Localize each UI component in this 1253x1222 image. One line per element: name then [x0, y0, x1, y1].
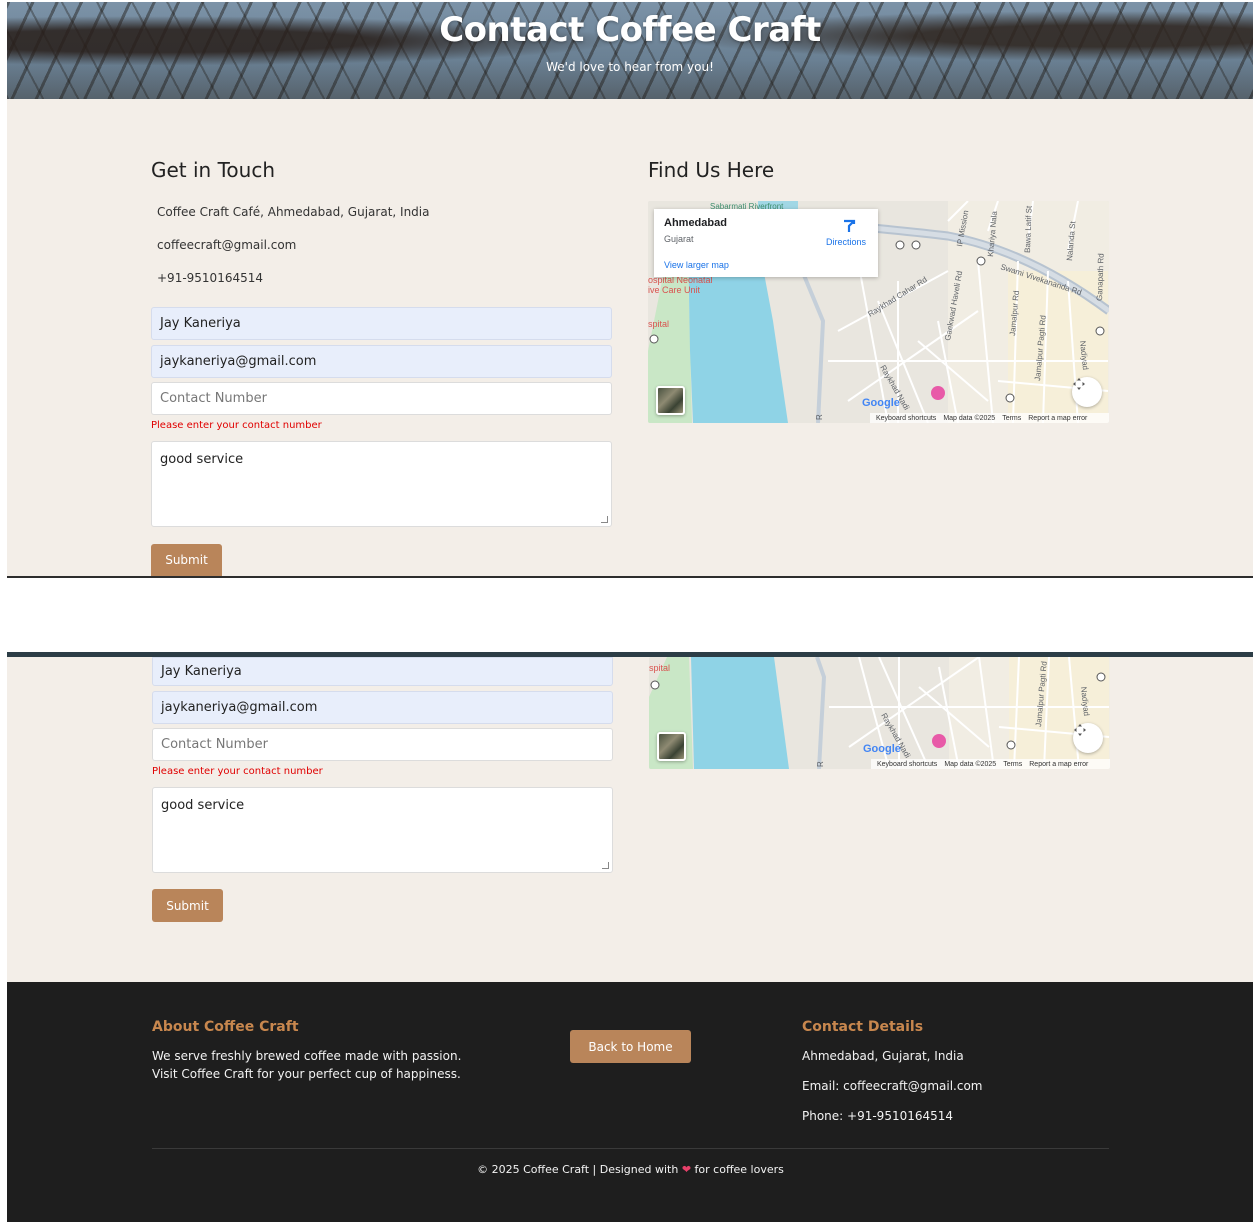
- message-text: good service: [160, 452, 244, 467]
- contact-phone: +91-9510164514: [157, 271, 264, 285]
- map-embed-scrolled[interactable]: spital Raykhad Nadi Jamalpur Pagti Rd Na…: [649, 657, 1110, 769]
- footer-contact-heading: Contact Details: [802, 1019, 924, 1035]
- copyright-right: for coffee lovers: [694, 1163, 784, 1176]
- submit-button[interactable]: Submit: [151, 544, 222, 576]
- google-logo: Google: [862, 397, 900, 409]
- footer-contact-address: Ahmedabad, Gujarat, India: [802, 1049, 964, 1063]
- google-logo-scrolled: Google: [863, 743, 901, 755]
- screenshot-divider: [7, 576, 1253, 578]
- map-label-bawa: Bawa Latif St: [1023, 205, 1034, 253]
- map-label-hospital-scrolled: spital: [649, 663, 670, 673]
- copyright-left: © 2025 Coffee Craft | Designed with: [477, 1163, 679, 1176]
- resize-handle-scrolled[interactable]: [602, 862, 609, 869]
- map-label-care-unit: ive Care Unit: [648, 285, 701, 295]
- terms-link[interactable]: Terms: [1002, 415, 1021, 422]
- hero-banner: Contact Coffee Craft We'd love to hear f…: [7, 2, 1253, 99]
- footer-about-line-2: Visit Coffee Craft for your perfect cup …: [152, 1067, 461, 1081]
- keyboard-shortcuts-link-scrolled[interactable]: Keyboard shortcuts: [877, 761, 937, 768]
- resize-handle[interactable]: [601, 516, 608, 523]
- map-place-name: Ahmedabad: [664, 217, 727, 229]
- contact-number-error: Please enter your contact number: [151, 420, 322, 431]
- message-textarea-scrolled[interactable]: good service: [152, 787, 613, 873]
- contact-number-input[interactable]: Contact Number: [151, 382, 612, 415]
- page-title: Contact Coffee Craft: [439, 10, 821, 50]
- message-textarea[interactable]: good service: [151, 441, 612, 527]
- footer-contact-email: Email: coffeecraft@gmail.com: [802, 1079, 983, 1093]
- footer-divider: [152, 1148, 1109, 1149]
- report-map-error-link-scrolled[interactable]: Report a map error: [1029, 761, 1088, 768]
- get-in-touch-heading: Get in Touch: [151, 158, 275, 182]
- map-embed[interactable]: Sabarmati Riverfront ospital Neonatal iv…: [648, 201, 1109, 423]
- submit-button-scrolled[interactable]: Submit: [152, 889, 223, 922]
- satellite-toggle[interactable]: [656, 386, 685, 415]
- name-input[interactable]: Jay Kaneriya: [151, 307, 612, 340]
- map-place-region: Gujarat: [664, 234, 694, 244]
- page-subtitle: We'd love to hear from you!: [546, 60, 714, 74]
- directions-link[interactable]: Directions: [826, 237, 866, 247]
- map-data-text: Map data ©2025: [943, 414, 996, 422]
- map-label-ganapathi: Ganapath Rd: [1095, 253, 1106, 301]
- find-us-heading: Find Us Here: [648, 158, 775, 182]
- name-input-scrolled[interactable]: Jay Kaneriya: [152, 657, 613, 686]
- footer-about-heading: About Coffee Craft: [152, 1019, 299, 1035]
- directions-icon[interactable]: [842, 219, 856, 233]
- site-footer: [7, 982, 1253, 1222]
- heart-icon: ❤: [681, 1163, 692, 1176]
- contact-number-input-scrolled[interactable]: Contact Number: [152, 728, 613, 761]
- fullscreen-icon[interactable]: [1072, 377, 1102, 407]
- email-input-scrolled[interactable]: jaykaneriya@gmail.com: [152, 691, 613, 724]
- fullscreen-icon-scrolled[interactable]: [1073, 723, 1103, 753]
- map-label-hospital-2: spital: [648, 319, 669, 329]
- contact-address: Coffee Craft Café, Ahmedabad, Gujarat, I…: [157, 205, 430, 219]
- map-label-riverside: R: [815, 414, 824, 420]
- map-label-riverside-scrolled: R: [816, 761, 825, 767]
- map-info-card: Ahmedabad Gujarat View larger map Direct…: [654, 209, 878, 277]
- report-map-error-link[interactable]: Report a map error: [1028, 415, 1087, 422]
- message-text-scrolled: good service: [161, 798, 245, 813]
- copyright-text: © 2025 Coffee Craft | Designed with ❤ fo…: [152, 1163, 1109, 1176]
- terms-link-scrolled[interactable]: Terms: [1003, 761, 1022, 768]
- view-larger-map-link[interactable]: View larger map: [664, 260, 729, 270]
- contact-number-error-scrolled: Please enter your contact number: [152, 766, 323, 777]
- back-to-home-button[interactable]: Back to Home: [570, 1030, 691, 1063]
- email-input[interactable]: jaykaneriya@gmail.com: [151, 345, 612, 378]
- map-data-text-scrolled: Map data ©2025: [944, 760, 997, 768]
- map-attribution-scrolled: Keyboard shortcuts Map data ©2025 Terms …: [871, 759, 1110, 769]
- satellite-toggle-scrolled[interactable]: [657, 732, 686, 761]
- keyboard-shortcuts-link[interactable]: Keyboard shortcuts: [876, 415, 936, 422]
- footer-contact-phone: Phone: +91-9510164514: [802, 1109, 954, 1123]
- map-attribution: Keyboard shortcuts Map data ©2025 Terms …: [870, 413, 1109, 423]
- footer-about-line-1: We serve freshly brewed coffee made with…: [152, 1049, 462, 1063]
- contact-email: coffeecraft@gmail.com: [157, 238, 297, 252]
